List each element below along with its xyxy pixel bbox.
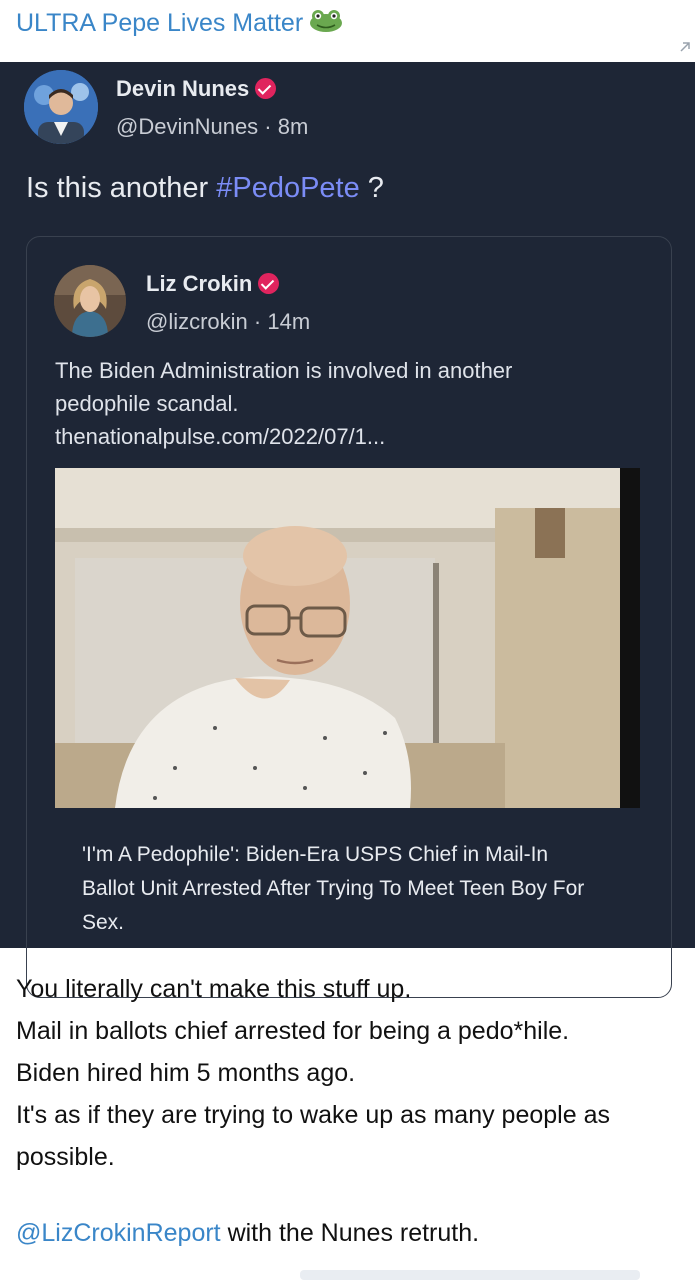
channel-header: ULTRA Pepe Lives Matter bbox=[0, 0, 695, 60]
quote-author-name[interactable]: Liz Crokin bbox=[146, 271, 280, 297]
caption-line: It's as if they are trying to wake up as… bbox=[16, 1101, 610, 1129]
quote-link-text[interactable]: thenationalpulse.com/2022/07/1... bbox=[55, 420, 635, 453]
article-photo[interactable] bbox=[55, 468, 640, 808]
corner-arrow-icon bbox=[678, 40, 692, 54]
quote-text-line: pedophile scandal. bbox=[55, 391, 239, 416]
post-handle-time: @DevinNunes · 8m bbox=[116, 114, 309, 139]
caption-line: possible. bbox=[16, 1143, 115, 1171]
quote-text: The Biden Administration is involved in … bbox=[55, 354, 635, 453]
post-text-main: Is this another bbox=[26, 172, 217, 204]
mention-suffix: with the Nunes retruth. bbox=[220, 1219, 480, 1247]
article-link-title[interactable]: 'I'm A Pedophile': Biden-Era USPS Chief … bbox=[82, 838, 602, 940]
caption-line: Mail in ballots chief arrested for being… bbox=[16, 1017, 570, 1045]
quote-handle-time: @lizcrokin · 14m bbox=[146, 309, 311, 334]
post-author-name[interactable]: Devin Nunes bbox=[116, 76, 277, 102]
channel-title-text: ULTRA Pepe Lives Matter bbox=[16, 9, 304, 38]
quote-text-line: The Biden Administration is involved in … bbox=[55, 358, 513, 383]
caption-line: Biden hired him 5 months ago. bbox=[16, 1059, 356, 1087]
frog-icon bbox=[309, 9, 343, 40]
clipped-footer bbox=[300, 1270, 640, 1280]
post-author-avatar[interactable] bbox=[24, 70, 98, 144]
post-text: Is this another #PedoPete ? bbox=[26, 172, 384, 205]
verified-badge-icon bbox=[258, 273, 280, 294]
channel-title[interactable]: ULTRA Pepe Lives Matter bbox=[16, 9, 343, 40]
message-caption: You literally can't make this stuff up. … bbox=[16, 968, 686, 1178]
post-hashtag[interactable]: #PedoPete bbox=[216, 172, 360, 204]
caption-line: You literally can't make this stuff up. bbox=[16, 975, 412, 1003]
quote-author-avatar[interactable] bbox=[54, 265, 126, 337]
post-text-end: ? bbox=[359, 172, 384, 204]
verified-badge-icon bbox=[255, 78, 277, 99]
mention-link[interactable]: @LizCrokinReport bbox=[16, 1219, 221, 1247]
caption-mention-line: @LizCrokinReport with the Nunes retruth. bbox=[16, 1219, 479, 1248]
